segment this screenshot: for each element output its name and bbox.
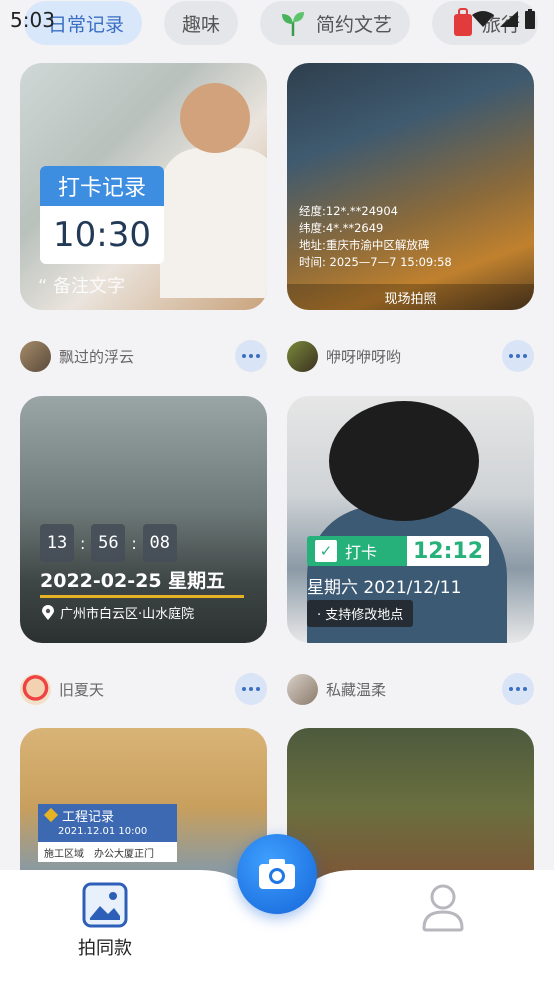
- template-card-punch-record[interactable]: 打卡记录 10:30 “ 备注文字: [20, 63, 267, 310]
- clock-second: 08: [142, 524, 177, 562]
- card-caption: 现场拍照: [287, 284, 534, 310]
- avatar[interactable]: [20, 673, 51, 705]
- engineering-title: 工程记录: [62, 809, 115, 825]
- photo-hair: [329, 401, 479, 521]
- checkin-date: 星期六 2021/12/11: [307, 578, 462, 598]
- status-time: 5:03: [10, 8, 55, 32]
- wifi-icon: [472, 11, 494, 27]
- gallery-icon: [82, 882, 128, 928]
- template-card-clock[interactable]: 13 : 56 : 08 2022-02-25 星期五 广州市白云区·山水庭院: [20, 396, 267, 643]
- dot-icon: [509, 354, 513, 358]
- divider-bar: [40, 595, 244, 598]
- dot-icon: [249, 354, 253, 358]
- area-value: 办公大厦正门: [94, 848, 154, 860]
- dot-icon: [516, 354, 520, 358]
- location-text: 广州市白云区·山水庭院: [60, 607, 195, 622]
- avatar[interactable]: [287, 340, 318, 372]
- tab-label: 趣味: [182, 13, 221, 36]
- clock-digits: 13 : 56 : 08: [40, 524, 177, 562]
- author-name: 飘过的浮云: [59, 347, 135, 366]
- avatar[interactable]: [20, 340, 51, 372]
- tab-fun[interactable]: 趣味: [164, 1, 239, 45]
- location-line: 广州市白云区·山水庭院: [42, 603, 194, 622]
- clock-hour: 13: [40, 524, 74, 562]
- modify-location-note: · 支持修改地点: [307, 600, 414, 627]
- dot-icon: [523, 354, 527, 358]
- dot-icon: [256, 354, 260, 358]
- punch-time: 10:30: [40, 206, 164, 264]
- remark-text: “ 备注文字: [38, 276, 126, 297]
- latitude: 纬度:4*.**2649: [299, 221, 384, 235]
- author-name: 私藏温柔: [326, 680, 387, 699]
- datetime: 时间: 2025—7—7 15:09:58: [299, 255, 452, 269]
- engineering-area: 施工区域 办公大厦正门: [38, 842, 177, 862]
- sprout-icon: [282, 12, 305, 36]
- dot-icon: [242, 354, 246, 358]
- checkin-label: 打卡: [345, 543, 378, 562]
- clock-minute: 56: [91, 524, 126, 562]
- author-row[interactable]: 私藏温柔: [287, 671, 534, 707]
- user-icon: [422, 884, 464, 932]
- tab-simple-art[interactable]: 简约文艺: [260, 1, 411, 45]
- camera-icon: [259, 859, 295, 889]
- checkin-tag: ✓ 打卡: [307, 536, 407, 566]
- checkin-time: 12:12: [407, 536, 490, 566]
- punch-title: 打卡记录: [40, 166, 164, 206]
- template-card-checkin[interactable]: ✓ 打卡 12:12 星期六 2021/12/11 · 支持修改地点: [287, 396, 534, 643]
- location-pin-icon: [42, 605, 54, 620]
- author-row[interactable]: 咿呀咿呀哟: [287, 338, 534, 374]
- status-icons: [472, 9, 536, 29]
- signal-icon: [500, 11, 518, 27]
- battery-icon: [525, 9, 535, 29]
- check-icon: ✓: [315, 540, 337, 562]
- dot-icon: [256, 687, 260, 691]
- checkin-badge: ✓ 打卡 12:12: [307, 536, 490, 566]
- camera-button[interactable]: [237, 834, 317, 914]
- punch-record-widget: 打卡记录 10:30: [40, 166, 164, 264]
- colon: :: [80, 533, 86, 553]
- author-row[interactable]: 飘过的浮云: [20, 338, 267, 374]
- template-card-site-photo[interactable]: 经度:12*.**24904 纬度:4*.**2649 地址:重庆市渝中区解放碑…: [287, 63, 534, 310]
- more-button[interactable]: [502, 673, 534, 705]
- diamond-icon: [43, 807, 59, 823]
- tab-label: 日常记录: [48, 13, 125, 36]
- more-button[interactable]: [502, 340, 534, 372]
- dot-icon: [249, 687, 253, 691]
- remark-label: 备注文字: [53, 276, 126, 297]
- tab-label: 简约文艺: [316, 13, 393, 36]
- area-label: 施工区域: [44, 848, 84, 860]
- dot-icon: [509, 687, 513, 691]
- geo-info: 经度:12*.**24904 纬度:4*.**2649 地址:重庆市渝中区解放碑…: [299, 203, 452, 271]
- nav-same-style[interactable]: 拍同款: [78, 882, 132, 960]
- avatar[interactable]: [287, 673, 318, 705]
- nav-label: 拍同款: [78, 938, 132, 959]
- dot-icon: [516, 687, 520, 691]
- more-button[interactable]: [235, 340, 267, 372]
- category-tabs: 日常记录 趣味 简约文艺 旅行: [0, 0, 554, 46]
- suitcase-icon: [454, 8, 473, 36]
- author-name: 咿呀咿呀哟: [326, 347, 402, 366]
- photo-face: [180, 83, 250, 153]
- engineering-title-bar: 工程记录: [38, 804, 177, 826]
- date-weekday: 2022-02-25 星期五: [40, 570, 226, 592]
- colon: :: [131, 533, 137, 553]
- author-name: 旧夏天: [59, 680, 105, 699]
- longitude: 经度:12*.**24904: [299, 204, 398, 218]
- dot-icon: [523, 687, 527, 691]
- author-row[interactable]: 旧夏天: [20, 671, 267, 707]
- engineering-date: 2021.12.01 10:00: [38, 826, 177, 842]
- nav-profile[interactable]: [420, 882, 466, 932]
- engineering-widget: 工程记录 2021.12.01 10:00 施工区域 办公大厦正门: [38, 804, 177, 862]
- address: 地址:重庆市渝中区解放碑: [299, 238, 430, 252]
- more-button[interactable]: [235, 673, 267, 705]
- dot-icon: [242, 687, 246, 691]
- photo-person: [160, 148, 267, 298]
